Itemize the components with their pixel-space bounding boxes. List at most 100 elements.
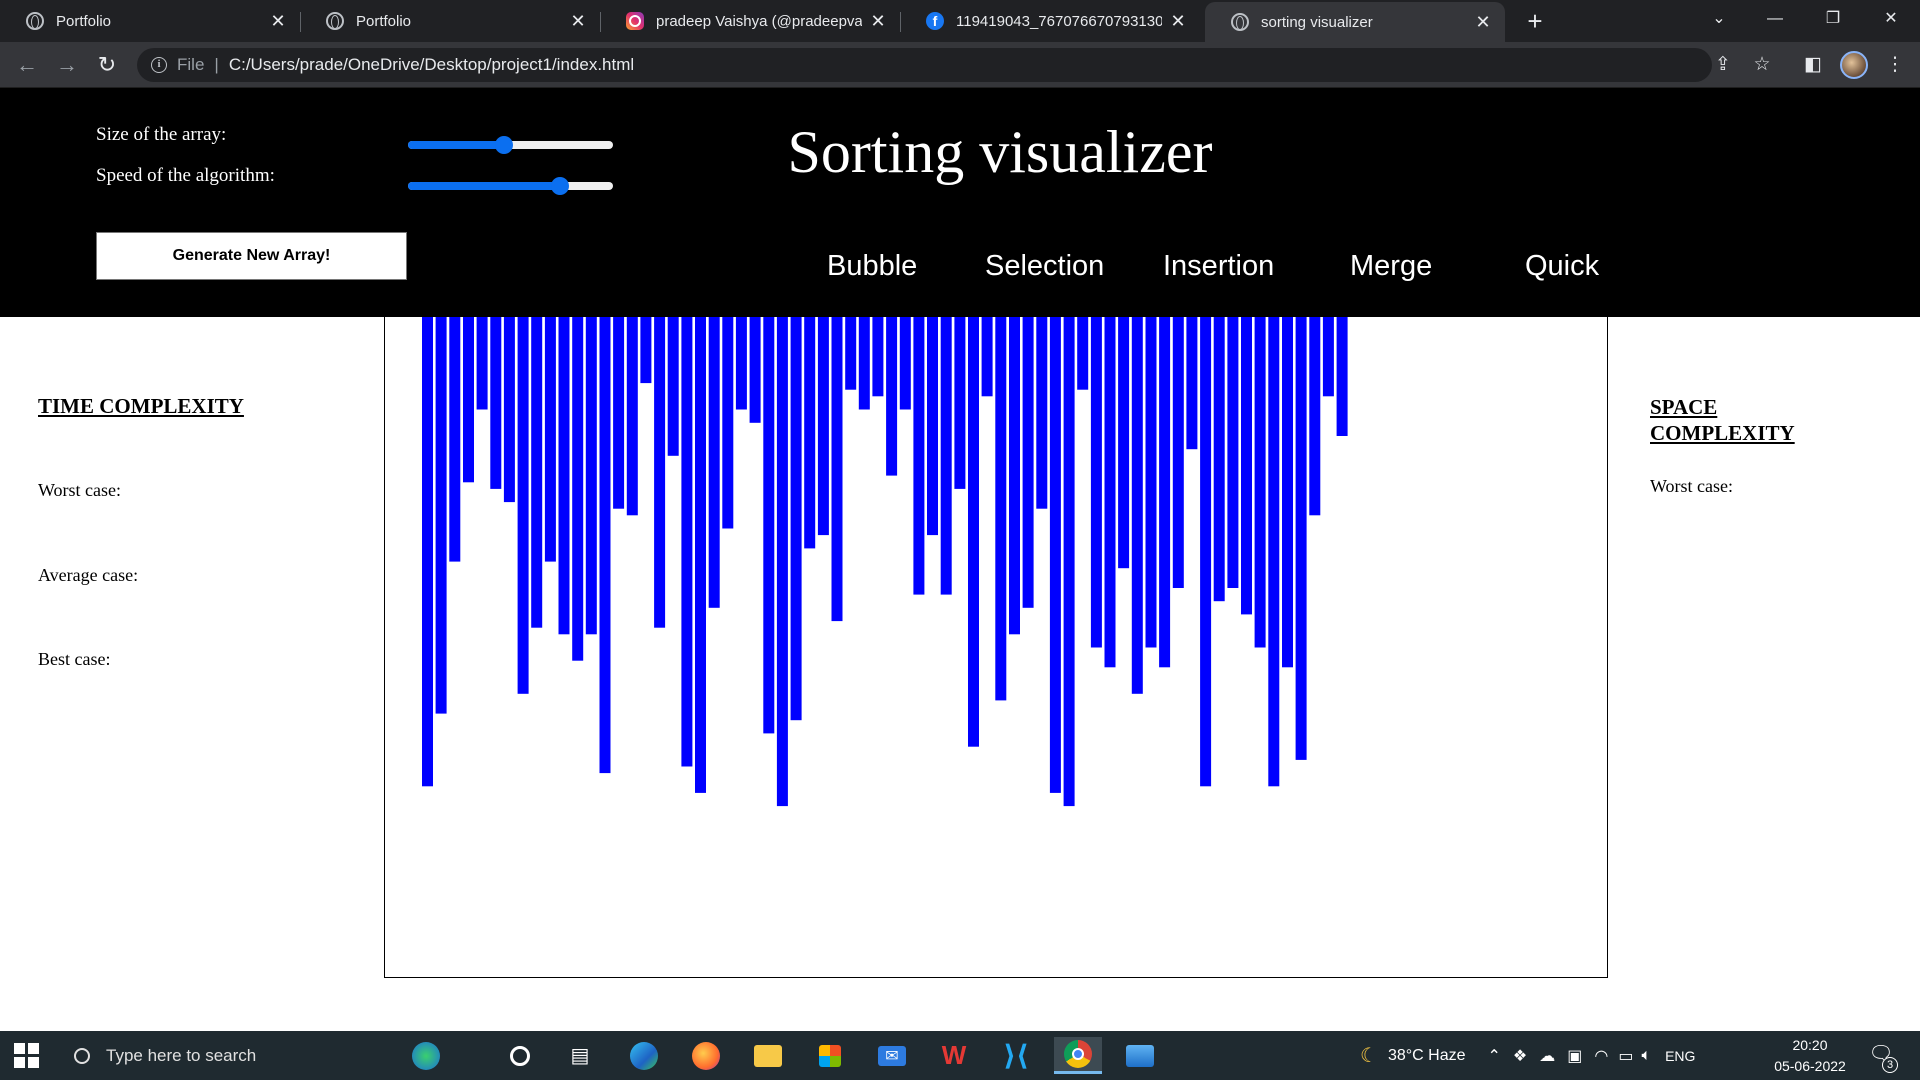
windows-start-icon[interactable] <box>14 1043 40 1069</box>
array-bar <box>517 317 529 694</box>
tab-title: Portfolio <box>356 12 412 30</box>
close-icon[interactable]: ✕ <box>1475 12 1491 33</box>
array-bar <box>531 317 543 628</box>
vscode-icon[interactable]: ⟩⟨ <box>992 1037 1040 1074</box>
globe-icon <box>26 12 44 30</box>
wifi-icon[interactable]: ◠ <box>1594 1046 1608 1066</box>
browser-tab[interactable]: Portfolio ✕ <box>300 0 600 42</box>
web-page: Size of the array: Speed of the algorith… <box>0 88 1920 1031</box>
array-bar <box>599 317 611 774</box>
array-bar <box>954 317 966 489</box>
address-bar[interactable]: i File | C:/Users/prade/OneDrive/Desktop… <box>137 48 1712 82</box>
firefox-icon[interactable] <box>682 1037 730 1074</box>
meet-now-icon[interactable]: ▣ <box>1567 1046 1582 1066</box>
volume-icon[interactable]: 🔈︎ <box>1641 1047 1651 1065</box>
chrome-icon[interactable] <box>1054 1037 1102 1074</box>
battery-icon[interactable]: ▭ <box>1618 1046 1633 1066</box>
cortana-icon[interactable] <box>496 1037 544 1074</box>
close-icon[interactable]: ✕ <box>1170 11 1186 32</box>
windows-taskbar: Type here to search ▤ ✉ W ⟩⟨ ☾ 38°C Haze… <box>0 1031 1920 1080</box>
array-bar <box>995 317 1007 701</box>
quick-sort-button[interactable]: Quick <box>1525 250 1599 283</box>
slider-thumb[interactable] <box>495 136 514 154</box>
array-bars-container <box>384 317 1608 978</box>
array-bar <box>1322 317 1334 397</box>
restore-button[interactable]: ❐ <box>1810 0 1856 38</box>
array-bar <box>776 317 788 807</box>
slider-fill <box>408 182 560 190</box>
page-title: Sorting visualizer <box>787 119 1213 185</box>
taskbar-clock[interactable]: 20:20 05-06-2022 <box>1758 1035 1862 1077</box>
language-indicator[interactable]: ENG <box>1665 1048 1695 1064</box>
array-bar <box>790 317 802 721</box>
chevron-up-icon[interactable]: ⌃ <box>1487 1046 1500 1066</box>
array-bars-svg <box>422 317 1348 807</box>
browser-tab[interactable]: f 119419043_767076670793130_659 ✕ <box>900 0 1200 42</box>
info-icon[interactable]: i <box>151 57 167 73</box>
share-icon[interactable]: ⇪ <box>1710 52 1736 78</box>
bubble-sort-button[interactable]: Bubble <box>827 250 917 283</box>
profile-avatar[interactable] <box>1840 51 1868 79</box>
search-icon <box>74 1047 90 1064</box>
minimize-button[interactable]: — <box>1752 0 1798 38</box>
size-slider[interactable] <box>408 136 613 154</box>
onedrive-cloud-icon[interactable]: ☁ <box>1539 1046 1555 1066</box>
instagram-icon <box>626 12 644 30</box>
array-bar <box>1049 317 1061 793</box>
tab-search-chevron-icon[interactable]: ⌄ <box>1696 0 1742 38</box>
array-bar <box>1186 317 1198 450</box>
forward-arrow-icon[interactable]: → <box>52 50 82 80</box>
selection-sort-button[interactable]: Selection <box>985 250 1104 283</box>
search-highlight-icon[interactable] <box>402 1037 450 1074</box>
microsoft-store-icon[interactable] <box>806 1037 854 1074</box>
close-icon[interactable]: ✕ <box>570 11 586 32</box>
array-bar <box>640 317 652 384</box>
array-bar <box>1104 317 1116 668</box>
speed-slider[interactable] <box>408 177 613 195</box>
search-placeholder: Type here to search <box>106 1045 257 1065</box>
file-explorer-icon[interactable] <box>744 1037 792 1074</box>
browser-tab[interactable]: Portfolio ✕ <box>0 0 300 42</box>
mail-icon[interactable]: ✉ <box>868 1037 916 1074</box>
task-view-icon[interactable]: ▤ <box>556 1037 604 1074</box>
slider-thumb[interactable] <box>550 177 569 195</box>
notification-center-icon[interactable]: 🗨︎ 3 <box>1866 1041 1898 1073</box>
photos-icon[interactable] <box>1116 1037 1164 1074</box>
array-bar <box>872 317 884 397</box>
array-bar <box>1200 317 1212 787</box>
url-text[interactable]: C:/Users/prade/OneDrive/Desktop/project1… <box>229 55 634 75</box>
array-bar <box>749 317 761 423</box>
taskbar-search-box[interactable]: Type here to search <box>58 1031 388 1080</box>
bookmark-star-icon[interactable]: ☆ <box>1749 52 1775 78</box>
tab-title: Portfolio <box>56 12 112 30</box>
array-bar <box>1227 317 1239 588</box>
array-bar <box>981 317 993 397</box>
reload-icon[interactable]: ↻ <box>92 50 122 80</box>
array-bar <box>626 317 638 516</box>
insertion-sort-button[interactable]: Insertion <box>1163 250 1274 283</box>
close-icon[interactable]: ✕ <box>870 11 886 32</box>
window-close-button[interactable]: ✕ <box>1868 0 1914 38</box>
side-panel-icon[interactable]: ◧ <box>1800 52 1826 78</box>
weather-moon-icon[interactable]: ☾ <box>1360 1043 1378 1068</box>
clock-time: 20:20 <box>1792 1037 1828 1053</box>
back-arrow-icon[interactable]: ← <box>12 50 42 80</box>
generate-array-button[interactable]: Generate New Array! <box>96 232 407 280</box>
kebab-menu-icon[interactable]: ⋮ <box>1882 52 1908 78</box>
browser-toolbar: ← → ↻ i File | C:/Users/prade/OneDrive/D… <box>0 42 1920 88</box>
browser-tab-active[interactable]: sorting visualizer ✕ <box>1205 2 1505 42</box>
globe-icon <box>326 12 344 30</box>
edge-icon[interactable] <box>620 1037 668 1074</box>
weather-text[interactable]: 38°C Haze <box>1388 1047 1466 1065</box>
merge-sort-button[interactable]: Merge <box>1350 250 1432 283</box>
close-icon[interactable]: ✕ <box>270 11 286 32</box>
wps-office-icon[interactable]: W <box>930 1037 978 1074</box>
new-tab-button[interactable]: + <box>1520 6 1550 36</box>
dropbox-icon[interactable]: ❖ <box>1513 1046 1527 1066</box>
array-bar <box>817 317 829 536</box>
array-bar <box>1118 317 1130 569</box>
time-complexity-heading: TIME COMPLEXITY <box>38 394 244 418</box>
array-bar <box>503 317 515 503</box>
array-bar <box>763 317 775 734</box>
browser-tab[interactable]: pradeep Vaishya (@pradeepvaish ✕ <box>600 0 900 42</box>
